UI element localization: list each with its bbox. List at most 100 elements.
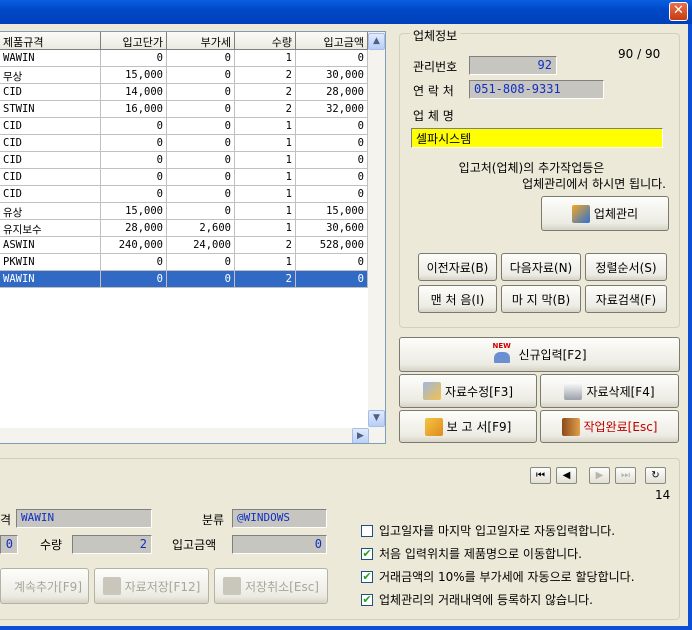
prev-record-button[interactable]: 이전자료(B) xyxy=(418,253,497,281)
scroll-down-icon[interactable]: ▼ xyxy=(368,410,385,427)
table-cell: 0 xyxy=(167,254,235,271)
table-cell: 0 xyxy=(296,135,368,152)
table-cell: 240,000 xyxy=(101,237,167,254)
table-cell: 0 xyxy=(101,186,167,203)
search-record-button[interactable]: 자료검색(F) xyxy=(585,285,667,313)
table-row[interactable]: STWIN 16,000 0 2 32,000 xyxy=(0,101,368,118)
table-cell: 0 xyxy=(101,118,167,135)
table-row[interactable]: 무상 15,000 0 2 30,000 xyxy=(0,67,368,84)
column-header[interactable]: 부가세 xyxy=(167,32,235,50)
table-cell: 28,000 xyxy=(296,84,368,101)
nav-first-icon[interactable]: ⏮ xyxy=(530,467,551,484)
save-disk-icon xyxy=(102,577,121,595)
table-row[interactable]: 유지보수 28,000 2,600 1 30,600 xyxy=(0,220,368,237)
scroll-right-icon[interactable]: ▶ xyxy=(352,428,369,443)
edit-record-label: 자료수정[F3] xyxy=(444,384,514,399)
column-header[interactable]: 수량 xyxy=(235,32,296,50)
vendor-manage-button[interactable]: 업체관리 xyxy=(541,196,669,231)
cancel-disk-icon xyxy=(223,577,242,595)
delete-record-button[interactable]: 자료삭제[F4] xyxy=(540,374,679,408)
nav-prev-icon[interactable]: ◀ xyxy=(556,467,577,484)
column-header[interactable]: 제품규격 xyxy=(0,32,101,50)
first-record-button[interactable]: 맨 처 음(I) xyxy=(418,285,497,313)
new-entry-button[interactable]: NEW 신규입력[F2] xyxy=(399,337,680,372)
amount-field[interactable]: 0 xyxy=(232,535,327,554)
save-record-button: 자료저장[F12] xyxy=(94,568,209,604)
category-field[interactable]: @WINDOWS xyxy=(232,509,327,528)
table-cell: 0 xyxy=(167,186,235,203)
table-cell: 0 xyxy=(296,169,368,186)
vendor-phone-field[interactable]: 051-808-9331 xyxy=(469,80,604,99)
checkbox-checked-icon[interactable]: ✔ xyxy=(361,547,373,560)
table-cell: CID xyxy=(0,186,101,203)
receipt-grid[interactable]: 제품규격 입고단가 부가세 수량 입고금액 WAWIN 0 0 1 0 무상 15,000 0… xyxy=(0,31,386,444)
horizontal-scrollbar[interactable]: ▶ xyxy=(0,428,369,443)
record-number: 14 xyxy=(655,488,671,502)
table-cell: 32,000 xyxy=(296,101,368,118)
table-cell: 1 xyxy=(235,186,296,203)
finish-work-button[interactable]: 작업완료[Esc] xyxy=(540,410,679,443)
table-row[interactable]: ASWIN 240,000 24,000 2 528,000 xyxy=(0,237,368,254)
table-row[interactable]: WAWIN 0 0 1 0 xyxy=(0,50,368,67)
report-icon xyxy=(424,417,443,436)
table-cell: WAWIN xyxy=(0,50,101,67)
next-record-button[interactable]: 다음자료(N) xyxy=(501,253,581,281)
table-cell: 2,600 xyxy=(167,220,235,237)
column-header[interactable]: 입고단가 xyxy=(101,32,167,50)
table-row[interactable]: PKWIN 0 0 1 0 xyxy=(0,254,368,271)
table-cell: 1 xyxy=(235,203,296,220)
table-cell: 0 xyxy=(101,271,167,288)
scroll-up-icon[interactable]: ▲ xyxy=(368,33,385,50)
category-label: 분류 xyxy=(202,513,225,527)
option-checkbox-row[interactable]: ✔ 처음 입력위치를 제품명으로 이동합니다. xyxy=(361,542,635,565)
close-button[interactable]: ✕ xyxy=(669,2,688,21)
table-cell: 28,000 xyxy=(101,220,167,237)
table-row[interactable]: CID 0 0 1 0 xyxy=(0,152,368,169)
table-cell: 0 xyxy=(167,67,235,84)
table-row[interactable]: CID 14,000 0 2 28,000 xyxy=(0,84,368,101)
option-checkbox-row[interactable]: 입고일자를 마지막 입고일자로 자동입력합니다. xyxy=(361,519,635,542)
vendor-name-field[interactable]: 셀파시스템 xyxy=(411,128,663,148)
column-header[interactable]: 입고금액 xyxy=(296,32,368,50)
table-row[interactable]: CID 0 0 1 0 xyxy=(0,135,368,152)
table-cell: 2 xyxy=(235,67,296,84)
vertical-scrollbar[interactable]: ▲ ▼ xyxy=(368,32,385,443)
qty-field[interactable]: 2 xyxy=(72,535,152,554)
report-button[interactable]: 보 고 서[F9] xyxy=(399,410,537,443)
vendor-id-field[interactable]: 92 xyxy=(469,56,557,75)
checkbox-empty-icon[interactable] xyxy=(361,524,373,537)
table-cell: 0 xyxy=(296,152,368,169)
sort-order-button[interactable]: 정렬순서(S) xyxy=(585,253,667,281)
table-cell: 2 xyxy=(235,101,296,118)
option-checkbox-row[interactable]: ✔ 거래금액의 10%를 부가세에 자동으로 할당합니다. xyxy=(361,565,635,588)
price-field[interactable]: 0 xyxy=(0,535,18,554)
table-row[interactable]: WAWIN 0 0 2 0 xyxy=(0,271,368,288)
table-cell: 15,000 xyxy=(296,203,368,220)
table-cell: STWIN xyxy=(0,101,101,118)
table-cell: 30,600 xyxy=(296,220,368,237)
table-cell: 15,000 xyxy=(101,203,167,220)
last-record-button[interactable]: 마 지 막(B) xyxy=(501,285,581,313)
edit-record-button[interactable]: 자료수정[F3] xyxy=(399,374,537,408)
table-row[interactable]: 유상 15,000 0 1 15,000 xyxy=(0,203,368,220)
table-cell: 1 xyxy=(235,169,296,186)
vendor-note-line2: 업체관리에서 하시면 됩니다. xyxy=(522,177,666,191)
table-cell: 0 xyxy=(101,135,167,152)
vendor-id-label: 관리번호 xyxy=(413,60,458,74)
refresh-icon[interactable]: ↻ xyxy=(645,467,666,484)
table-row[interactable]: CID 0 0 1 0 xyxy=(0,118,368,135)
table-cell: 1 xyxy=(235,135,296,152)
option-checkbox-row[interactable]: ✔ 업체관리의 거래내역에 등록하지 않습니다. xyxy=(361,588,635,611)
trash-icon xyxy=(564,382,583,400)
table-cell: PKWIN xyxy=(0,254,101,271)
continue-add-button: 계속추가[F9] xyxy=(0,568,89,604)
checkbox-checked-icon[interactable]: ✔ xyxy=(361,593,373,606)
checkbox-checked-icon[interactable]: ✔ xyxy=(361,570,373,583)
table-row[interactable]: CID 0 0 1 0 xyxy=(0,169,368,186)
table-cell: 2 xyxy=(235,237,296,254)
table-row[interactable]: CID 0 0 1 0 xyxy=(0,186,368,203)
spec-field[interactable]: WAWIN xyxy=(16,509,152,528)
door-exit-icon xyxy=(561,417,580,436)
table-cell: 유상 xyxy=(0,203,101,220)
table-cell: 0 xyxy=(167,84,235,101)
